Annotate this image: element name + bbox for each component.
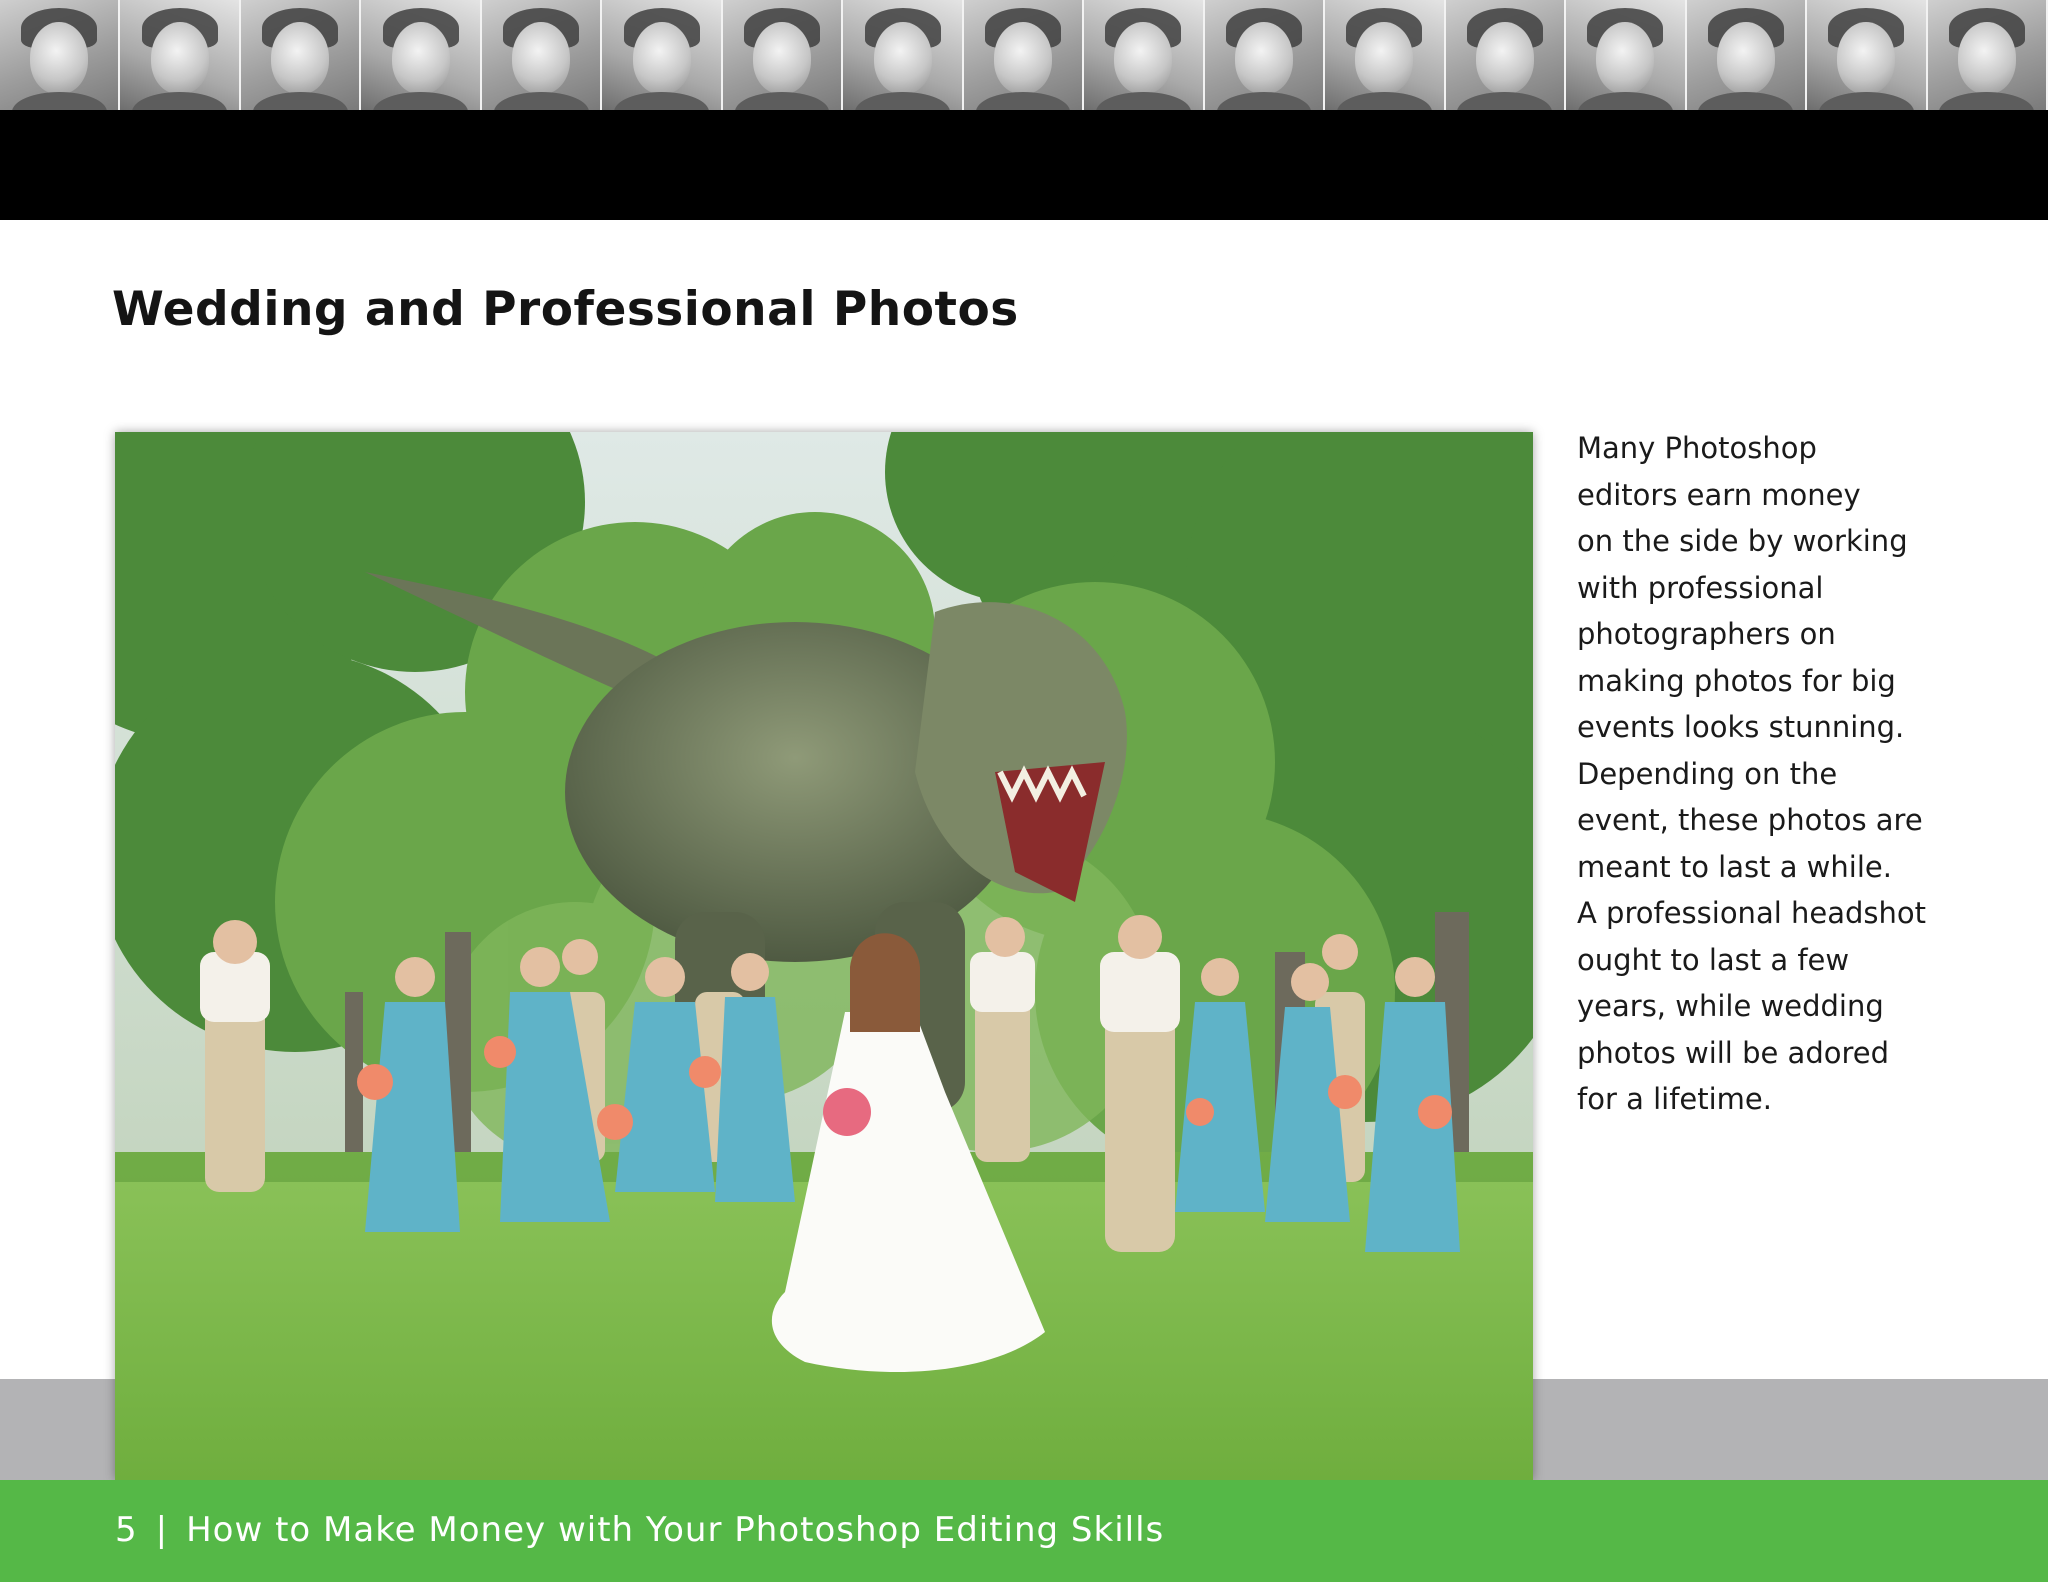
portrait-photo-icon (1204, 0, 1326, 110)
body-line: on the side by working (1577, 524, 1908, 558)
body-paragraph: Many Photoshop editors earn money on the… (1577, 425, 1997, 1123)
page-title: Wedding and Professional Photos (112, 282, 1019, 337)
body-line: with professional (1577, 570, 1824, 605)
body-line: Depending on the (1577, 756, 1838, 791)
portrait-photo-icon (120, 0, 241, 110)
body-line: for a lifetime. (1577, 1082, 1772, 1116)
page-number: 5 (115, 1510, 138, 1550)
wedding-party-dinosaur-photo (115, 432, 1533, 1480)
body-line: event, these photos are (1577, 803, 1923, 837)
portrait-photo-icon (602, 0, 723, 110)
wedding-photo-illustration-icon (115, 432, 1533, 1480)
body-line: ought to last a few (1577, 942, 1850, 977)
footer-separator: | (155, 1510, 169, 1550)
portrait-photo-icon (1084, 0, 1205, 110)
footer-content: 5 | How to Make Money with Your Photoshop … (115, 1510, 1164, 1550)
document-title: How to Make Money with Your Photoshop Ed… (186, 1510, 1165, 1550)
portrait-photo-icon (722, 0, 844, 110)
body-line: photographers on (1577, 617, 1836, 651)
body-line: events looks stunning. (1577, 710, 1905, 744)
portrait-photo-icon (240, 0, 362, 110)
body-line: Many Photoshop (1577, 431, 1817, 465)
portrait-photo-icon (1807, 0, 1928, 110)
body-line: years, while wedding (1577, 989, 1884, 1023)
portrait-photo-icon (481, 0, 603, 110)
body-line: photos will be adored (1577, 1035, 1890, 1070)
portrait-photo-icon (1686, 0, 1808, 110)
portrait-photo-icon (0, 0, 121, 110)
body-line: editors earn money (1577, 477, 1861, 512)
body-line: meant to last a while. (1577, 849, 1892, 884)
header-black-band (0, 110, 2048, 220)
portrait-strip (0, 0, 2048, 110)
body-line: making photos for big (1577, 663, 1896, 698)
portrait-photo-icon (1566, 0, 1687, 110)
body-line: A professional headshot (1577, 896, 1926, 930)
portrait-photo-icon (843, 0, 964, 110)
portrait-photo-icon (1325, 0, 1446, 110)
portrait-photo-icon (361, 0, 482, 110)
portrait-photo-icon (963, 0, 1085, 110)
portrait-photo-icon (1445, 0, 1567, 110)
portrait-photo-icon (1927, 0, 2048, 110)
footer-bar: 5 | How to Make Money with Your Photoshop … (0, 1480, 2048, 1582)
